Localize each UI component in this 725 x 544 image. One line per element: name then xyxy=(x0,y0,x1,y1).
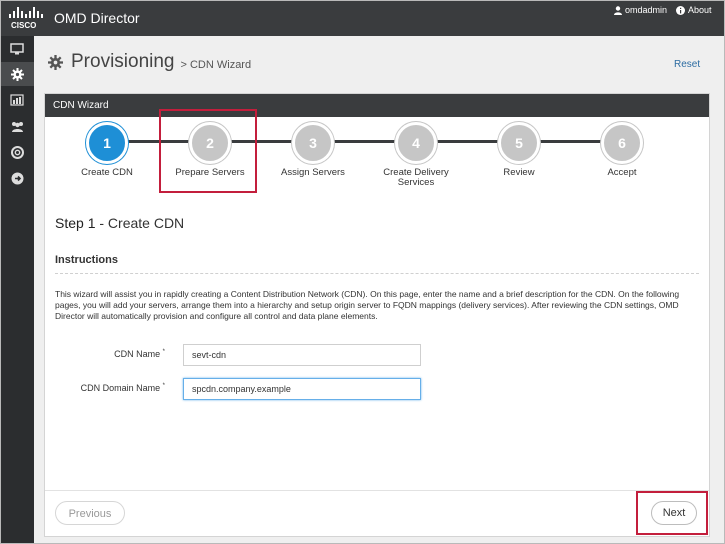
next-button-highlight xyxy=(636,491,708,535)
step-2-highlight xyxy=(159,109,257,193)
sidebar-item-monitor[interactable] xyxy=(0,37,34,61)
step-name: - Create CDN xyxy=(99,215,185,231)
gear-icon xyxy=(48,54,63,70)
panel-header: CDN Wizard xyxy=(45,94,709,117)
step-label: Review xyxy=(503,167,535,178)
info-icon xyxy=(676,5,685,15)
users-icon xyxy=(11,121,23,132)
arrow-right-circle-icon xyxy=(11,172,23,184)
page-title: Provisioning > CDN Wizard xyxy=(48,51,251,73)
cdn-name-label: CDN Name * xyxy=(45,349,165,359)
required-marker: * xyxy=(162,349,165,355)
lifebuoy-icon xyxy=(10,145,24,159)
required-marker: * xyxy=(162,383,165,389)
cdn-name-input[interactable]: sevt-cdn xyxy=(183,344,421,366)
page-heading: Provisioning xyxy=(71,51,175,72)
step-circle: 4 xyxy=(395,122,437,164)
cdn-domain-label-text: CDN Domain Name xyxy=(80,383,161,393)
sidebar-item-navigate[interactable] xyxy=(0,166,34,190)
username: omdadmin xyxy=(625,5,668,15)
step-label: Assign Servers xyxy=(281,167,345,178)
sidebar-item-users[interactable] xyxy=(0,114,34,138)
step-circle: 5 xyxy=(498,122,540,164)
footer-divider xyxy=(45,490,709,491)
step-4[interactable]: 4 Create Delivery Services xyxy=(366,122,466,188)
user-menu[interactable]: omdadmin xyxy=(614,5,667,15)
breadcrumb: > CDN Wizard xyxy=(180,58,252,71)
svg-text:CISCO: CISCO xyxy=(11,21,36,30)
step-5[interactable]: 5 Review xyxy=(469,122,569,178)
sidebar-item-reports[interactable] xyxy=(0,88,34,112)
step-1[interactable]: 1 Create CDN xyxy=(57,122,157,178)
previous-button[interactable]: Previous xyxy=(55,501,125,525)
sidebar-item-provisioning[interactable] xyxy=(0,62,34,86)
instructions-title: Instructions xyxy=(55,254,118,266)
reset-link[interactable]: Reset xyxy=(674,59,700,70)
monitor-icon xyxy=(10,43,24,55)
step-label: Accept xyxy=(607,167,637,178)
step-3[interactable]: 3 Assign Servers xyxy=(263,122,363,178)
step-label: Create Delivery Services xyxy=(383,167,449,188)
top-bar: CISCO OMD Director omdadmin About xyxy=(0,0,725,36)
instructions-text: This wizard will assist you in rapidly c… xyxy=(55,289,680,321)
gear-icon xyxy=(10,67,24,81)
step-circle: 3 xyxy=(292,122,334,164)
bar-chart-icon xyxy=(10,94,24,106)
about-link[interactable]: About xyxy=(676,5,712,15)
main-content: Provisioning > CDN Wizard Reset CDN Wiza… xyxy=(34,36,725,544)
cisco-logo-icon: CISCO xyxy=(9,7,43,30)
app-title: OMD Director xyxy=(54,10,140,26)
user-icon xyxy=(614,5,622,15)
step-label: Create CDN xyxy=(81,167,133,178)
cdn-domain-input[interactable]: spcdn.company.example xyxy=(183,378,421,400)
step-6[interactable]: 6 Accept xyxy=(572,122,672,178)
wizard-panel: CDN Wizard 1 Create CDN 2 Prepare Server… xyxy=(44,93,710,537)
cdn-domain-label: CDN Domain Name * xyxy=(45,383,165,393)
about-label: About xyxy=(688,5,712,15)
divider xyxy=(55,273,699,274)
sidebar xyxy=(0,36,34,544)
step-circle: 1 xyxy=(86,122,128,164)
step-heading: Step 1 - Create CDN xyxy=(55,215,184,231)
cdn-name-label-text: CDN Name xyxy=(114,349,161,359)
step-circle: 6 xyxy=(601,122,643,164)
step-number: Step 1 xyxy=(55,215,96,231)
sidebar-item-support[interactable] xyxy=(0,140,34,164)
